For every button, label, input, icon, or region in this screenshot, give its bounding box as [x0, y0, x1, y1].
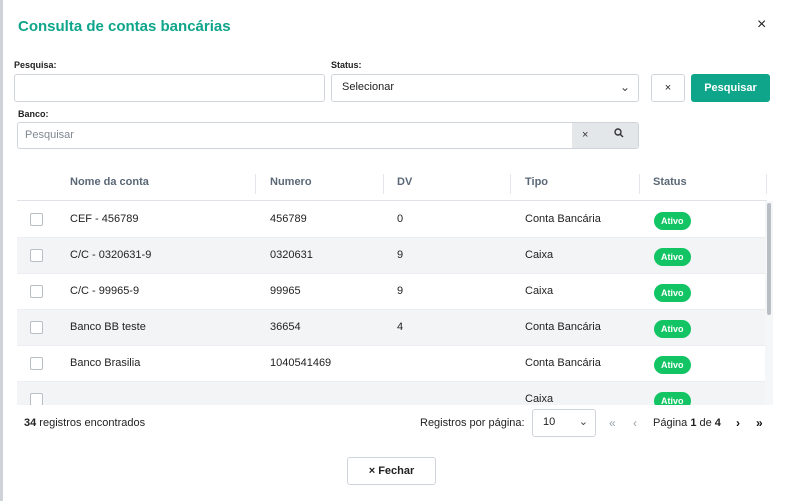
status-badge: Ativo	[654, 212, 691, 230]
cell-type: Conta Bancária	[525, 213, 601, 225]
per-page-select[interactable]: 10 ⌄	[532, 409, 596, 437]
col-header-dv[interactable]: DV	[397, 176, 412, 188]
col-header-name[interactable]: Nome da conta	[70, 176, 149, 188]
cell-name: Banco Brasilia	[70, 357, 141, 369]
bank-clear-icon[interactable]: ×	[582, 129, 588, 141]
close-button[interactable]: × Fechar	[347, 457, 436, 485]
row-checkbox[interactable]	[30, 393, 43, 405]
per-page-label: Registros por página:	[420, 417, 525, 429]
records-count-number: 34	[24, 417, 37, 429]
cell-dv: 0	[397, 213, 404, 225]
cell-type: Caixa	[525, 249, 554, 261]
cell-number: 1040541469	[270, 357, 332, 369]
search-input[interactable]	[14, 74, 325, 102]
cell-type: Conta Bancária	[525, 357, 601, 369]
cell-name: C/C - 99965-9	[70, 285, 140, 297]
chevron-down-icon: ⌄	[619, 80, 630, 94]
column-divider	[639, 174, 640, 194]
scrollbar-thumb[interactable]	[767, 203, 771, 315]
bank-search-field[interactable]: Pesquisar ×	[17, 122, 639, 149]
records-count-suffix: registros encontrados	[36, 417, 146, 429]
dialog-title: Consulta de contas bancárias	[18, 18, 231, 35]
page-of: de	[696, 417, 715, 429]
bank-placeholder: Pesquisar	[25, 129, 74, 141]
clear-filters-button[interactable]: ×	[651, 74, 685, 102]
close-icon[interactable]: ×	[757, 16, 766, 34]
bank-label: Banco:	[18, 109, 49, 119]
total-pages: 4	[714, 417, 721, 429]
column-divider	[766, 174, 767, 194]
status-selected-value: Selecionar	[342, 81, 394, 93]
chevron-down-icon: ⌄	[578, 416, 588, 428]
table-row[interactable]: CEF - 456789 456789 0 Conta Bancária Ati…	[17, 202, 769, 238]
table-row[interactable]: Banco Brasilia 1040541469 Conta Bancária…	[17, 346, 769, 382]
status-badge: Ativo	[654, 392, 691, 405]
next-page-icon[interactable]: ›	[736, 416, 740, 430]
bank-search-icon[interactable]	[614, 128, 624, 141]
cell-dv: 4	[397, 321, 404, 333]
cell-name: C/C - 0320631-9	[70, 249, 152, 261]
table-row[interactable]: C/C - 0320631-9 0320631 9 Caixa Ativo	[17, 238, 769, 274]
table-row[interactable]: C/C - 99965-9 99965 9 Caixa Ativo	[17, 274, 769, 310]
status-label: Status:	[331, 60, 362, 70]
status-badge: Ativo	[654, 284, 691, 302]
cell-type: Caixa	[525, 393, 554, 405]
row-checkbox[interactable]	[30, 249, 43, 262]
cell-number: 99965	[270, 285, 301, 297]
col-header-number[interactable]: Numero	[270, 176, 312, 188]
status-badge: Ativo	[654, 356, 691, 374]
search-button[interactable]: Pesquisar	[691, 74, 770, 102]
col-header-status[interactable]: Status	[653, 176, 687, 188]
cell-type: Conta Bancária	[525, 321, 601, 333]
cell-name: Banco BB teste	[70, 321, 146, 333]
cell-name: CEF - 456789	[70, 213, 139, 225]
status-select[interactable]: Selecionar ⌄	[331, 74, 639, 102]
page-prefix: Página	[653, 417, 691, 429]
last-page-icon[interactable]: »	[756, 416, 763, 430]
cell-number: 36654	[270, 321, 301, 333]
table-header: Nome da conta Numero DV Tipo Status	[17, 165, 767, 201]
row-checkbox[interactable]	[30, 321, 43, 334]
table-row[interactable]: Caixa Ativo	[17, 382, 769, 405]
col-header-type[interactable]: Tipo	[525, 176, 548, 188]
prev-page-icon[interactable]: ‹	[633, 416, 637, 430]
row-checkbox[interactable]	[30, 213, 43, 226]
first-page-icon[interactable]: «	[609, 416, 616, 430]
table-row[interactable]: Banco BB teste 36654 4 Conta Bancária At…	[17, 310, 769, 346]
status-badge: Ativo	[654, 248, 691, 266]
status-badge: Ativo	[654, 320, 691, 338]
cell-number: 0320631	[270, 249, 313, 261]
page-indicator: Página 1 de 4	[653, 417, 721, 429]
row-checkbox[interactable]	[30, 357, 43, 370]
search-label: Pesquisa:	[14, 60, 57, 70]
row-checkbox[interactable]	[30, 285, 43, 298]
bank-actions: ×	[572, 123, 638, 148]
backdrop	[0, 0, 3, 501]
cell-type: Caixa	[525, 285, 554, 297]
records-count: 34 registros encontrados	[24, 417, 145, 429]
cell-number: 456789	[270, 213, 307, 225]
column-divider	[510, 174, 511, 194]
accounts-table: Nome da conta Numero DV Tipo Status CEF …	[17, 165, 773, 405]
column-divider	[255, 174, 256, 194]
column-divider	[383, 174, 384, 194]
per-page-value: 10	[543, 416, 556, 428]
cell-dv: 9	[397, 285, 404, 297]
cell-dv: 9	[397, 249, 404, 261]
